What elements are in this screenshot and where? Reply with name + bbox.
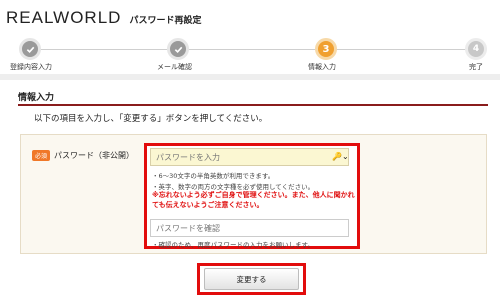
logo: REALWORLD	[6, 8, 122, 27]
password-field-label-row: 必須 パスワード（非公開）	[32, 150, 134, 161]
submit-button[interactable]: 変更する	[204, 268, 299, 290]
password-input[interactable]	[150, 148, 349, 166]
required-badge: 必須	[32, 150, 51, 161]
header: REALWORLD パスワード再設定	[6, 8, 201, 28]
password-note-length: ・6〜30文字の半角英数が利用できます。	[152, 172, 275, 180]
step-2-check-icon	[167, 38, 189, 60]
step-1-check-icon	[19, 38, 41, 60]
key-icon[interactable]: 🔑⌄	[332, 152, 349, 161]
step-4-indicator: 4	[465, 38, 487, 60]
password-confirm-note: ・確認のため、再度パスワードの入力をお願いします。	[152, 241, 314, 249]
step-1-label: 登録内容入力	[10, 63, 52, 71]
section-title: 情報入力	[18, 93, 55, 103]
password-label: パスワード（非公開）	[54, 151, 135, 160]
page-title: パスワード再設定	[129, 16, 202, 26]
step-2-label: メール確認	[157, 63, 192, 71]
instruction-text: 以下の項目を入力し、「変更する」ボタンを押してください。	[34, 114, 268, 124]
section-divider	[18, 104, 488, 106]
password-confirm-input[interactable]	[150, 219, 349, 237]
progress-steps: 登録内容入力 メール確認 3 情報入力 4 完了	[0, 36, 500, 71]
step-4-label: 完了	[469, 63, 483, 71]
divider-bar	[0, 74, 500, 80]
password-warning: ※忘れないよう必ずご自身で管理ください。また、他人に聞かれても伝えないようご注意…	[152, 191, 355, 209]
step-3-indicator: 3	[315, 38, 337, 60]
step-3-label: 情報入力	[308, 63, 336, 71]
progress-track	[29, 49, 480, 50]
